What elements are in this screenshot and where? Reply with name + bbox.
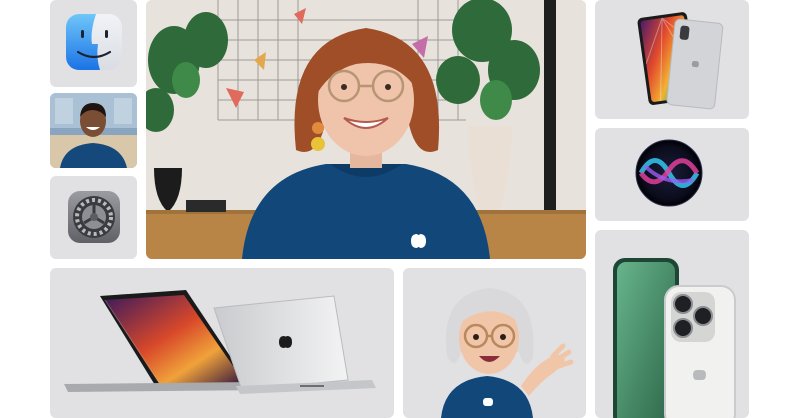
- memoji-avatar: [441, 288, 574, 418]
- gear-icon: [68, 191, 120, 243]
- featured-presenter-tile: [146, 0, 586, 259]
- system-preferences-tile[interactable]: [50, 176, 137, 259]
- facetime-participant-photo: [50, 93, 137, 168]
- facetime-call-tile[interactable]: [50, 93, 137, 168]
- iphone-13-pro-tile[interactable]: [595, 230, 749, 418]
- presenter-photo: [146, 0, 586, 259]
- siri-icon: [635, 139, 703, 207]
- memoji-tile[interactable]: [403, 268, 586, 418]
- macbook-pro-device: [64, 290, 376, 394]
- siri-tile[interactable]: [595, 128, 749, 221]
- finder-icon: [66, 14, 122, 70]
- iphone-device: [613, 258, 736, 418]
- ipad-pro-device: [637, 12, 724, 110]
- finder-tile[interactable]: [50, 0, 137, 87]
- macbook-pro-tile[interactable]: [50, 268, 394, 418]
- ipad-pro-tile[interactable]: [595, 0, 749, 119]
